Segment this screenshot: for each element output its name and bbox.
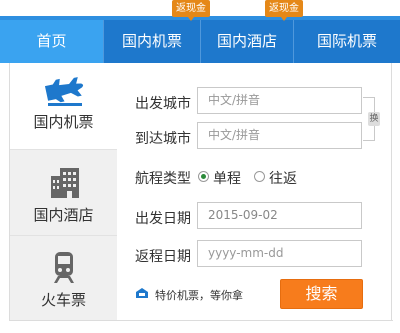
airplane-icon bbox=[44, 77, 84, 106]
one-way-radio[interactable] bbox=[198, 171, 209, 182]
round-trip-label[interactable]: 往返 bbox=[269, 168, 297, 188]
nav-item-domestic-hotels[interactable]: 国内酒店 bbox=[201, 20, 293, 63]
hotel-building-icon bbox=[51, 168, 79, 198]
train-icon bbox=[54, 252, 74, 283]
search-button[interactable]: 搜索 bbox=[280, 279, 363, 309]
promo-link[interactable]: 特价机票，等你拿 bbox=[155, 287, 243, 303]
panel-border-bottom bbox=[9, 320, 393, 321]
top-nav: 首页 国内机票 国内酒店 国际机票 返现金 返现金 bbox=[0, 0, 400, 63]
departure-city-label: 出发城市 bbox=[135, 96, 191, 112]
nav-item-domestic-flights[interactable]: 国内机票 bbox=[104, 20, 200, 63]
cashback-badge: 返现金 bbox=[172, 0, 210, 21]
arrival-city-label: 到达城市 bbox=[135, 131, 191, 147]
side-tab-domestic-hotels[interactable]: 国内酒店 bbox=[10, 150, 117, 236]
swap-cities-button[interactable]: 换 bbox=[368, 112, 380, 126]
departure-city-input[interactable]: 中文/拼音 bbox=[197, 87, 362, 114]
one-way-label[interactable]: 单程 bbox=[213, 168, 241, 188]
round-trip-radio[interactable] bbox=[254, 171, 265, 182]
side-tab-label: 国内酒店 bbox=[33, 206, 94, 224]
cashback-badge: 返现金 bbox=[265, 0, 303, 21]
depart-date-label: 出发日期 bbox=[135, 211, 191, 227]
nav-item-international-flights[interactable]: 国际机票 bbox=[294, 20, 400, 63]
side-tabs: 国内机票 国内酒店 火车票 bbox=[10, 63, 117, 321]
depart-date-input[interactable]: 2015-09-02 bbox=[197, 202, 362, 229]
side-tab-label: 国内机票 bbox=[33, 113, 94, 131]
return-date-label: 返程日期 bbox=[135, 249, 191, 265]
side-tab-train[interactable]: 火车票 bbox=[10, 236, 117, 321]
side-tab-domestic-flights[interactable]: 国内机票 bbox=[10, 63, 117, 150]
trip-type-label: 航程类型 bbox=[135, 171, 191, 187]
arrival-city-input[interactable]: 中文/拼音 bbox=[197, 122, 362, 149]
side-tab-label: 火车票 bbox=[40, 291, 86, 309]
return-date-input[interactable]: yyyy-mm-dd bbox=[197, 240, 362, 267]
ticket-icon bbox=[136, 288, 148, 298]
nav-item-home[interactable]: 首页 bbox=[0, 20, 103, 63]
